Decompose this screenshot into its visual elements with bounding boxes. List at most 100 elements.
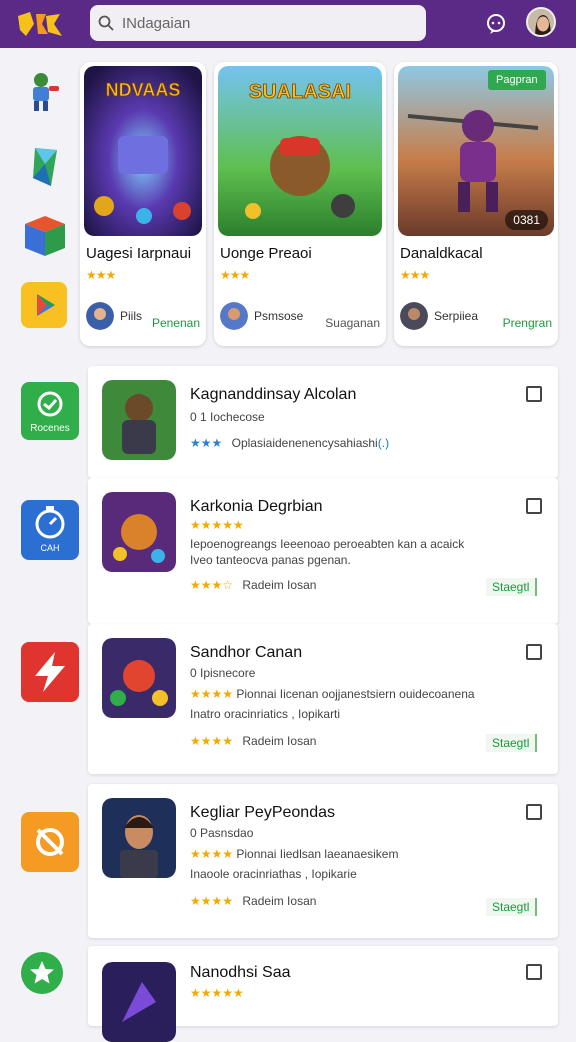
list-item[interactable]: Karkonia Degrbian ★★★★★ Iepoenogreangs I… [88, 478, 558, 624]
game-rating-row: ★★★☆ Radeim Iosan [190, 578, 316, 592]
featured-card[interactable]: SUALASAI Uonge Preaoi ★★★ Psmsose Suagan… [214, 62, 386, 346]
list-item[interactable]: Kagnanddinsay Alcolan 0 1 Iochecose ★★★ … [88, 366, 558, 478]
card-rating: ★★★ [86, 268, 116, 282]
install-button[interactable]: Staegtl [486, 734, 538, 752]
puzzle-icon [36, 828, 64, 856]
card-title: Uagesi Iarpnaui [86, 245, 192, 262]
rating-stars: ★★★☆ [190, 578, 234, 592]
user-portrait-icon [528, 9, 554, 35]
app-logo-icon[interactable] [16, 10, 64, 38]
rating-stars: ★★★★ [190, 734, 234, 748]
star-icon [30, 961, 54, 984]
rating-stars: ★★★★ [190, 894, 234, 908]
game-description-line2: Inaoole oracinriathas , Iopikarie [190, 867, 357, 881]
publisher-name: Piils [120, 309, 143, 323]
select-checkbox[interactable] [526, 964, 542, 980]
featured-card[interactable]: NDVAAS Uagesi Iarpnaui ★★★ Piils Penenan [80, 62, 206, 346]
publisher-name: Serpiiea [434, 309, 479, 323]
game-title: Sandhor Canan [190, 644, 303, 661]
chat-icon[interactable] [484, 12, 508, 36]
select-checkbox[interactable] [526, 804, 542, 820]
game-title: Kagnanddinsay Alcolan [190, 386, 357, 403]
game-art-title: SUALASAI [249, 81, 351, 103]
card-action-link[interactable]: Suaganan [325, 316, 380, 330]
game-title: Kegliar PeyPeondas [190, 804, 335, 821]
game-thumbnail-icon [102, 638, 176, 718]
play-icon [37, 294, 55, 316]
list-item[interactable]: Nanodhsi Saa ★★★★★ [88, 946, 558, 1042]
star-button[interactable] [21, 952, 63, 994]
search-input[interactable] [122, 14, 412, 32]
list-item[interactable]: Sandhor Canan 0 Ipisnecore ★★★★ Pionnai … [88, 624, 558, 774]
puzzle-button[interactable] [21, 812, 79, 872]
game-art-title: NDVAAS [106, 80, 181, 100]
game-description-text: Pionnai Iiedlsan laeanaesikem [236, 847, 399, 861]
game-rating-row: ★★★★ Radeim Iosan [190, 734, 316, 748]
duration-badge: 0381 [505, 210, 548, 230]
game-description: ★★★★ Pionnai Iicenan oojjanestsiern ouid… [190, 686, 475, 702]
search-icon [98, 15, 114, 31]
rating-meta: Radeim Iosan [242, 734, 317, 748]
left-rail: Rocenes CAH [0, 48, 80, 1024]
card-title: Uonge Preaoi [220, 245, 312, 262]
game-description-line2: Inatro oracinriatics , Iopikarti [190, 707, 341, 721]
game-description: ★★★★ Pionnai Iiedlsan laeanaesikem [190, 846, 398, 862]
game-art-icon: SUALASAI [218, 66, 382, 236]
recent-icon [37, 391, 63, 417]
game-rating-stars: ★★★★★ [190, 986, 244, 1000]
publisher-avatar-icon [220, 302, 248, 330]
publisher-avatar-icon [400, 302, 428, 330]
select-checkbox[interactable] [526, 644, 542, 660]
card-rating: ★★★ [400, 268, 430, 282]
game-subtitle: 0 1 Iochecose [190, 410, 265, 424]
game-rating-stars: ★★★★★ [190, 518, 244, 532]
search-bar[interactable] [90, 5, 426, 41]
rating-stars: ★★★ [190, 436, 223, 450]
top-bar [0, 0, 576, 48]
game-title: Nanodhsi Saa [190, 964, 291, 981]
bolt-icon [35, 652, 65, 692]
timer-icon [35, 506, 65, 539]
game-rating-row: ★★★★ Radeim Iosan [190, 894, 316, 908]
rating-stars-inline: ★★★★ [190, 847, 234, 861]
install-button[interactable]: Staegtl [486, 898, 538, 916]
card-title: Danaldkacal [400, 245, 483, 262]
select-checkbox[interactable] [526, 386, 542, 402]
game-description-line2: Iveo tanteocva panas pgenan. [190, 553, 351, 567]
game-rating-row: ★★★ Oplasiaidenenencysahiashi(.) [190, 436, 389, 450]
game-subtitle: 0 Ipisnecore [190, 666, 256, 680]
recentes-label: Rocenes [30, 423, 70, 434]
cube-icon[interactable] [21, 212, 67, 258]
rating-meta: Radeim Iosan [242, 894, 317, 908]
user-avatar[interactable] [526, 7, 556, 37]
game-thumbnail-icon [102, 798, 176, 878]
featured-carousel: NDVAAS Uagesi Iarpnaui ★★★ Piils Penenan… [80, 62, 576, 348]
featured-card[interactable]: Pagpran 0381 Danaldkacal ★★★ Serpiiea Pr… [394, 62, 558, 346]
recentes-button[interactable]: Rocenes [21, 382, 79, 440]
rating-meta-link[interactable]: (.) [378, 436, 389, 450]
avatar-figure-icon[interactable] [21, 70, 67, 116]
select-checkbox[interactable] [526, 498, 542, 514]
game-art-icon: NDVAAS [84, 66, 202, 236]
crystal-icon[interactable] [21, 142, 67, 188]
game-subtitle: 0 Pasnsdao [190, 826, 254, 840]
bolt-button[interactable] [21, 642, 79, 702]
rating-stars-inline: ★★★★ [190, 687, 234, 701]
game-thumbnail-icon [102, 380, 176, 460]
game-thumbnail-icon [102, 962, 176, 1042]
list-item[interactable]: Kegliar PeyPeondas 0 Pasnsdao ★★★★ Pionn… [88, 784, 558, 938]
timer-button[interactable]: CAH [21, 500, 79, 560]
game-description: Iepoenogreangs Ieeenoao peroeabten kan a… [190, 537, 465, 551]
game-thumbnail-icon [102, 492, 176, 572]
rating-meta: Radeim Iosan [242, 578, 317, 592]
game-description-text: Pionnai Iicenan oojjanestsiern ouidecoan… [236, 687, 475, 701]
install-button[interactable]: Staegtl [486, 578, 538, 596]
rating-meta: Oplasiaidenenencysahiashi [231, 436, 378, 450]
card-action-link[interactable]: Penenan [152, 316, 200, 330]
timer-label: CAH [40, 543, 60, 553]
game-title: Karkonia Degrbian [190, 498, 323, 515]
card-action-link[interactable]: Prengran [503, 316, 552, 330]
play-store-button[interactable] [21, 282, 67, 328]
promo-badge: Pagpran [488, 70, 546, 90]
card-rating: ★★★ [220, 268, 250, 282]
